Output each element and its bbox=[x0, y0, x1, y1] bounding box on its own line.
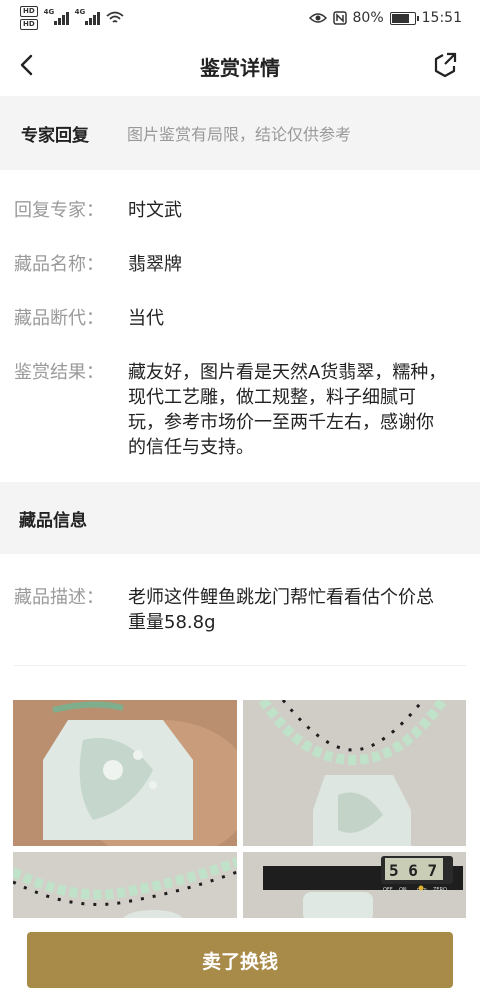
caliper-on-label: ON bbox=[399, 887, 407, 893]
jade-pendant-hand-image bbox=[13, 700, 237, 846]
field-value: 时文武 bbox=[128, 200, 182, 221]
field-value: 当代 bbox=[128, 308, 164, 329]
share-icon[interactable] bbox=[430, 50, 460, 80]
signal-label-2: 4G bbox=[74, 8, 86, 16]
field-key: 回复专家： bbox=[14, 200, 104, 221]
field-key: 鉴赏结果： bbox=[14, 362, 104, 383]
field-value: 老师这件鲤鱼跳龙门帮忙看看估个价总重量58.8g bbox=[128, 587, 434, 633]
battery-percent: 80% bbox=[352, 10, 384, 26]
jade-necklace-image bbox=[243, 700, 466, 846]
status-bar: HD HD 4G 4G 80% 15:51 bbox=[0, 0, 480, 36]
signal-icon-1: 4G bbox=[43, 8, 69, 25]
hd-indicators: HD HD bbox=[20, 6, 38, 30]
jade-beads-image bbox=[13, 852, 237, 922]
field-value: 翡翠牌 bbox=[128, 254, 182, 275]
battery-icon bbox=[389, 11, 419, 25]
caliper-measurement-image: 5 6 7 OFF ON mm ZERO bbox=[243, 852, 466, 922]
signal-label-1: 4G bbox=[43, 8, 55, 16]
app-header: 鉴赏详情 bbox=[0, 36, 480, 96]
bottom-bar: 卖了换钱 bbox=[0, 918, 480, 996]
item-info-label: 藏品信息 bbox=[19, 510, 87, 531]
signal-icon-2: 4G bbox=[74, 8, 100, 25]
item-info-header: 藏品信息 bbox=[0, 482, 480, 554]
field-key: 藏品断代： bbox=[14, 308, 104, 329]
photo-3[interactable] bbox=[13, 852, 237, 922]
photo-4[interactable]: 5 6 7 OFF ON mm ZERO bbox=[243, 852, 466, 922]
battery-fill bbox=[391, 13, 410, 23]
page-title: 鉴赏详情 bbox=[200, 55, 280, 80]
field-result: 鉴赏结果： 藏友好，图片看是天然A货翡翠，糯种，现代工艺雕，做工规整，料子细腻可… bbox=[14, 360, 466, 460]
caliper-reading: 5 6 7 bbox=[389, 861, 437, 880]
field-key: 藏品名称： bbox=[14, 254, 104, 275]
field-expert: 回复专家： 时文武 bbox=[14, 198, 466, 223]
expert-reply-header: 专家回复 图片鉴赏有局限，结论仅供参考 bbox=[0, 96, 480, 170]
clock: 15:51 bbox=[421, 10, 462, 26]
disclaimer-note: 图片鉴赏有局限，结论仅供参考 bbox=[127, 125, 352, 144]
status-left: HD HD 4G 4G bbox=[20, 6, 124, 30]
nfc-icon bbox=[332, 11, 347, 25]
field-key: 藏品描述： bbox=[14, 587, 104, 608]
caliper-off-label: OFF bbox=[383, 887, 393, 893]
sell-button[interactable]: 卖了换钱 bbox=[27, 932, 453, 988]
divider bbox=[14, 665, 466, 666]
status-right: 80% 15:51 bbox=[308, 10, 462, 26]
back-icon[interactable] bbox=[14, 50, 44, 80]
eye-icon bbox=[308, 13, 327, 23]
photo-2[interactable] bbox=[243, 700, 466, 846]
hd-badge-1: HD bbox=[20, 6, 38, 17]
photo-1[interactable] bbox=[13, 700, 237, 846]
field-description: 藏品描述： 老师这件鲤鱼跳龙门帮忙看看估个价总重量58.8g bbox=[14, 585, 466, 635]
expert-reply-label: 专家回复 bbox=[21, 125, 89, 146]
field-era: 藏品断代： 当代 bbox=[14, 306, 466, 331]
wifi-icon bbox=[106, 11, 124, 23]
hd-badge-2: HD bbox=[20, 19, 38, 30]
field-value: 藏友好，图片看是天然A货翡翠，糯种，现代工艺雕，做工规整，料子细腻可玩，参考市场… bbox=[128, 362, 447, 458]
caliper-zero-label: ZERO bbox=[433, 887, 447, 893]
field-item-name: 藏品名称： 翡翠牌 bbox=[14, 252, 466, 277]
